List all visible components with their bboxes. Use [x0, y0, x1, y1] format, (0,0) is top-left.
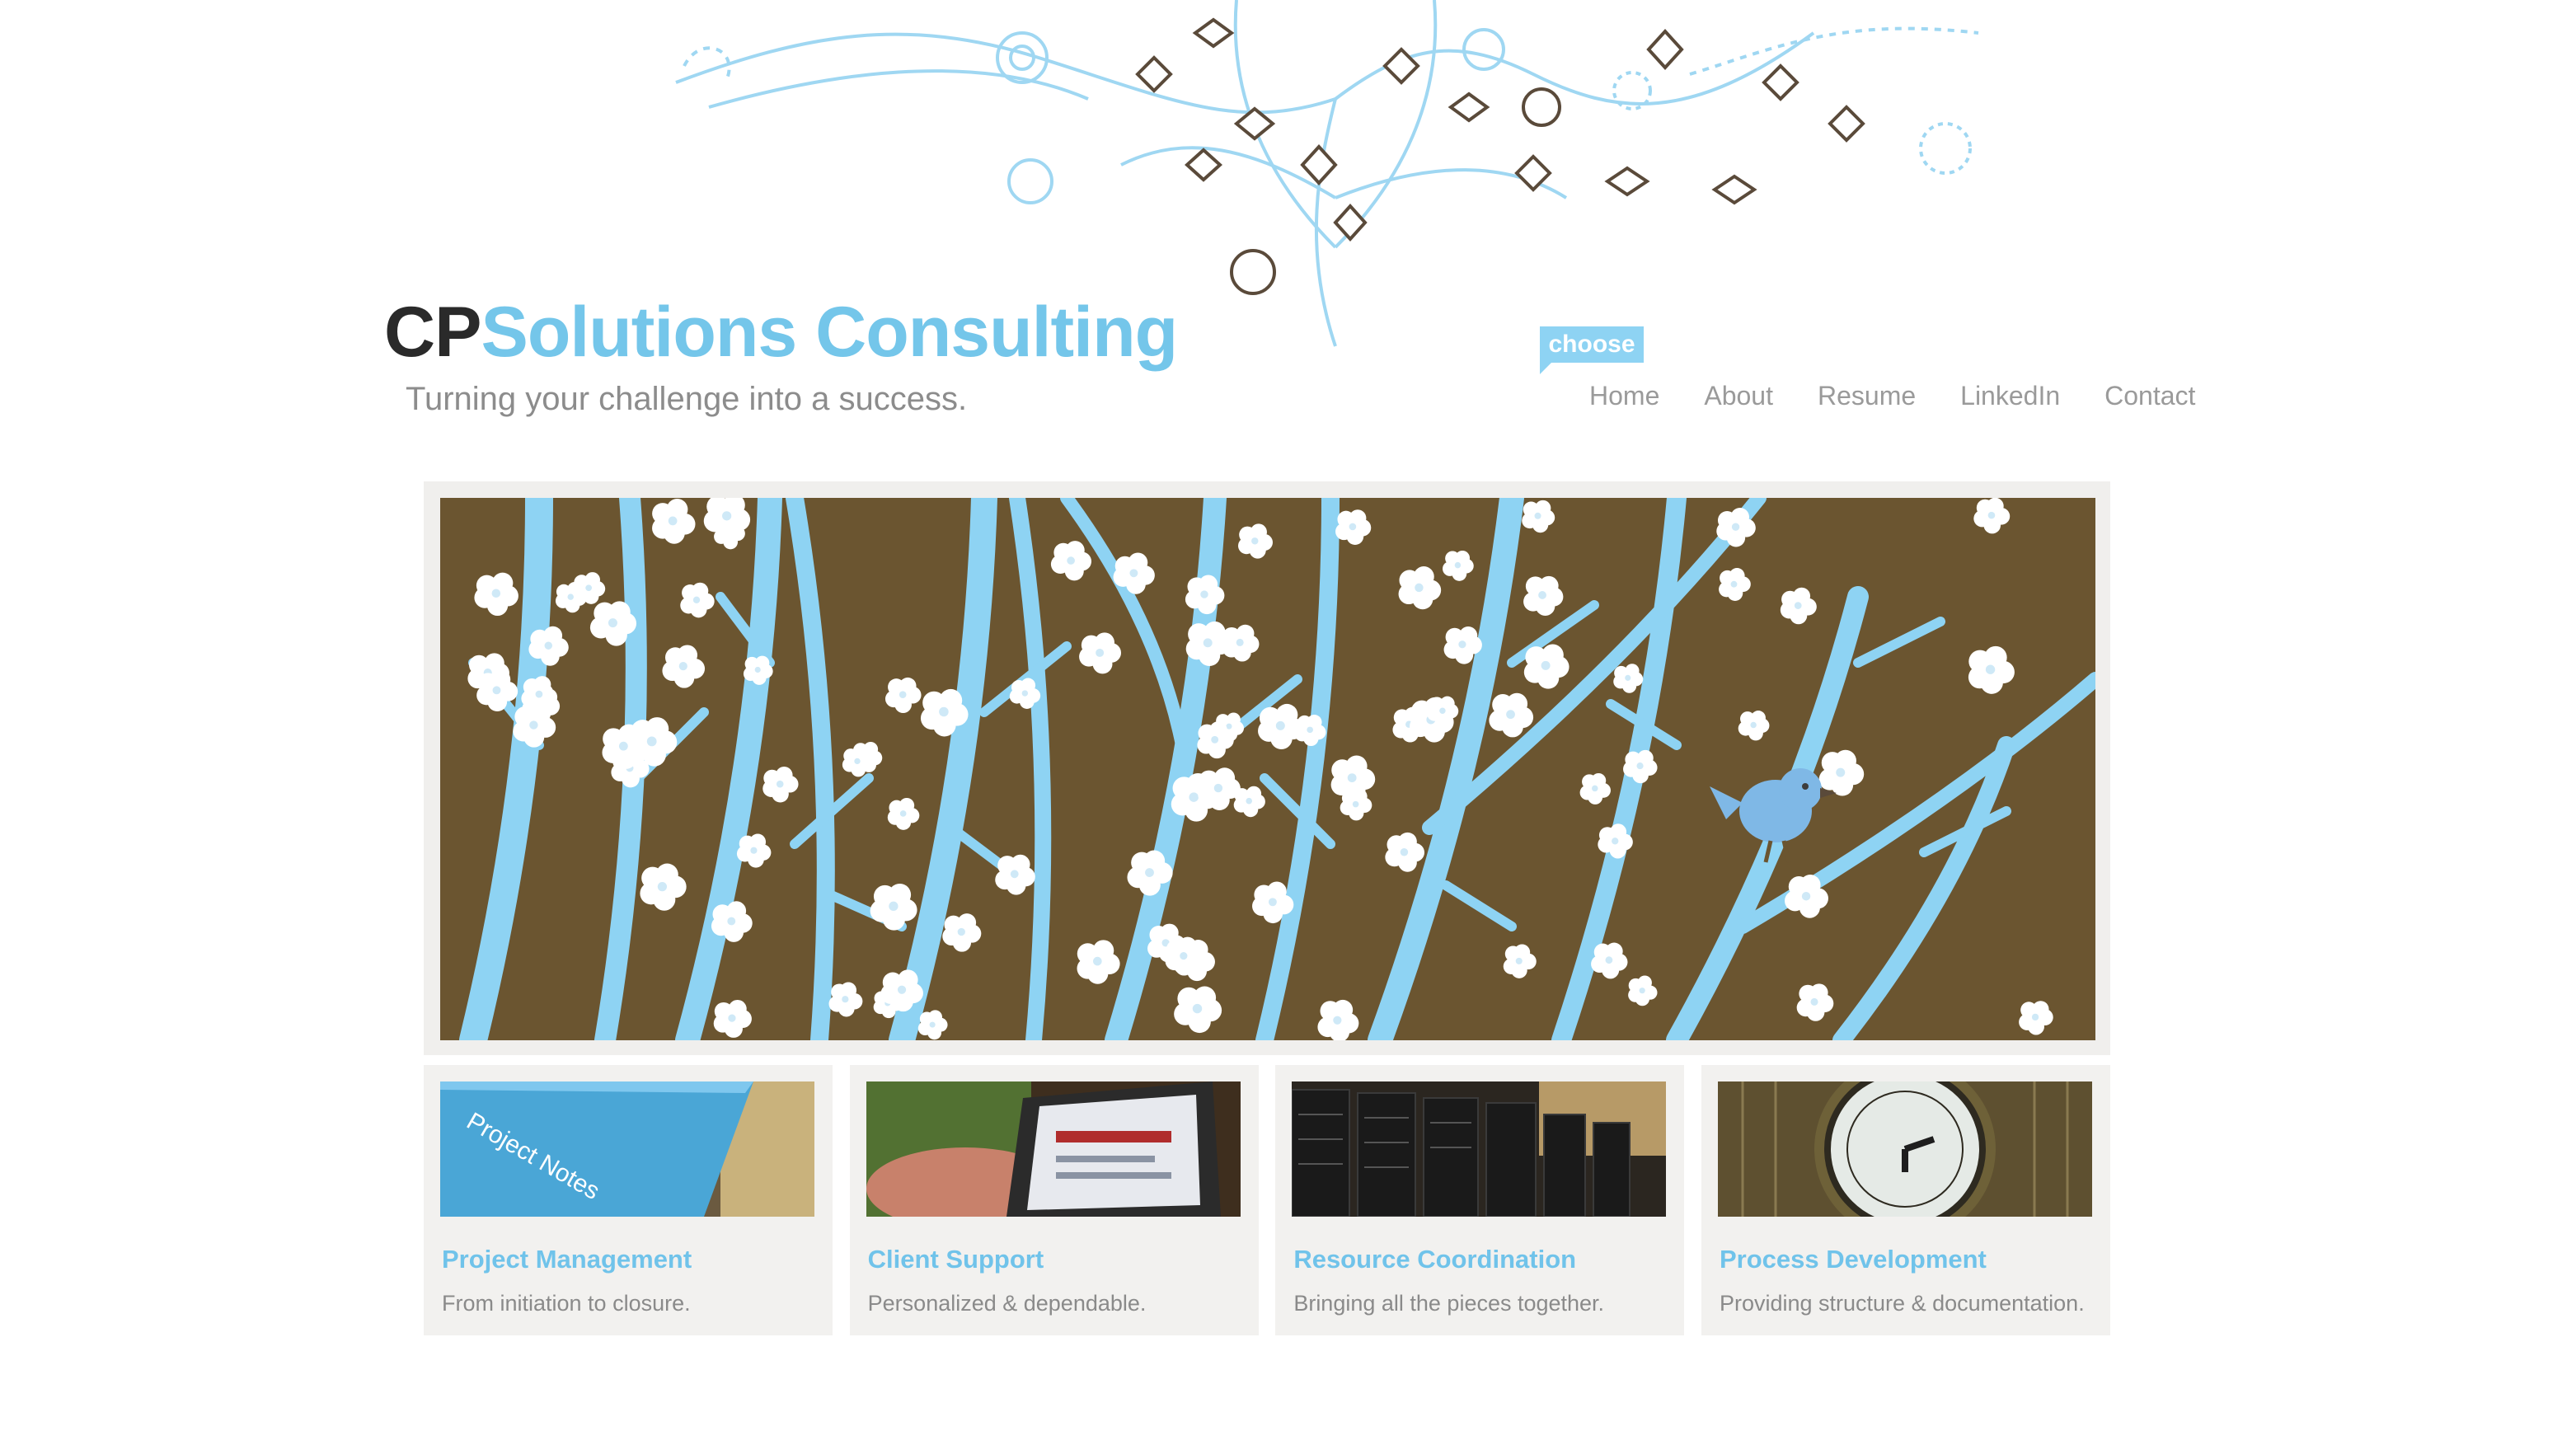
nav-resume[interactable]: Resume [1818, 381, 1916, 411]
card-resource-coordination[interactable]: Resource Coordination Bringing all the p… [1275, 1065, 1685, 1335]
nav-home[interactable]: Home [1589, 381, 1659, 411]
logo-prefix: CP [384, 293, 481, 372]
card-description: Bringing all the pieces together. [1293, 1291, 1605, 1316]
site-logo[interactable]: CPSolutions Consulting [384, 297, 1178, 368]
choose-badge: choose [1540, 326, 1644, 374]
card-title[interactable]: Resource Coordination [1293, 1245, 1576, 1274]
server-racks-thumb [1292, 1081, 1667, 1217]
card-process-development[interactable]: Process Development Providing structure … [1701, 1065, 2110, 1335]
handheld-device-thumb [866, 1081, 1241, 1217]
logo-name: Solutions Consulting [481, 293, 1178, 372]
card-project-management[interactable]: Project Notes Project Management From in… [424, 1065, 833, 1335]
clock-tower-thumb [1717, 1081, 2092, 1217]
site-tagline: Turning your challenge into a success. [406, 381, 968, 417]
card-title[interactable]: Project Management [442, 1245, 692, 1274]
card-client-support[interactable]: Client Support Personalized & dependable… [849, 1065, 1259, 1335]
card-description: From initiation to closure. [442, 1291, 691, 1316]
card-description: Providing structure & documentation. [1719, 1291, 2085, 1316]
main-nav: Home About Resume LinkedIn Contact [1589, 381, 2195, 411]
card-description: Personalized & dependable. [867, 1291, 1147, 1316]
card-title[interactable]: Client Support [868, 1245, 1044, 1274]
nav-contact[interactable]: Contact [2104, 381, 2195, 411]
project-notes-thumb: Project Notes [440, 1081, 814, 1217]
hero-banner [440, 498, 2095, 1040]
service-cards: Project Notes Project Management From in… [424, 1065, 2110, 1335]
nav-about[interactable]: About [1704, 381, 1773, 411]
nav-linkedin[interactable]: LinkedIn [1960, 381, 2060, 411]
blossom-tree-illustration [459, 498, 2095, 1040]
card-title[interactable]: Process Development [1720, 1245, 1987, 1274]
